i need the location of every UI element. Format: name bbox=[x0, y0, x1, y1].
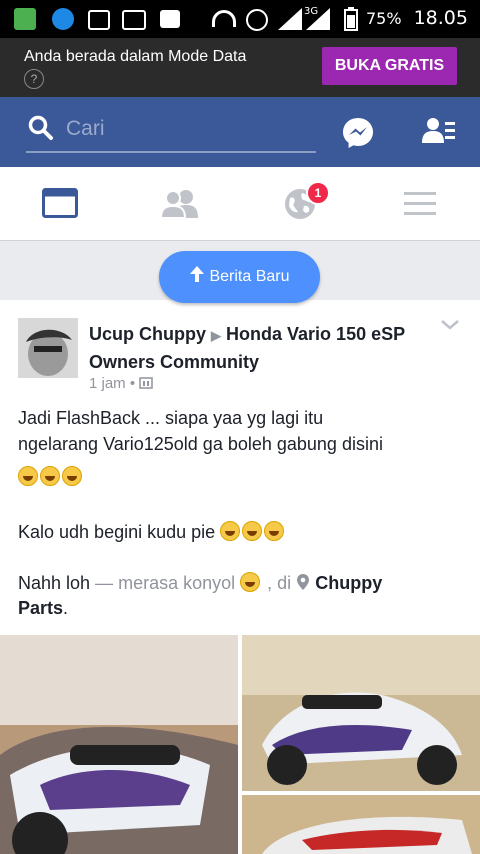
emoji-row bbox=[18, 466, 84, 488]
signal-icon bbox=[278, 8, 302, 30]
new-stories-label: Berita Baru bbox=[209, 268, 290, 285]
data-mode-banner: Anda berada dalam Mode Data ? BUKA GRATI… bbox=[0, 38, 480, 97]
post-text-line: Kalo udh begini kudu pie bbox=[18, 521, 286, 543]
place-name-cont[interactable]: Parts bbox=[18, 598, 63, 618]
avatar[interactable] bbox=[18, 318, 78, 378]
location-pin-icon bbox=[297, 574, 310, 590]
post-text: Nahh loh bbox=[18, 573, 91, 593]
gallery-icon bbox=[88, 10, 110, 30]
tab-bar: 1 bbox=[0, 167, 480, 241]
silly-emoji-icon bbox=[240, 572, 261, 592]
tab-news-feed[interactable] bbox=[0, 167, 120, 240]
post-header: Ucup Chuppy ▶ Honda Vario 150 eSP Owners… bbox=[89, 321, 409, 375]
arrow-up-icon bbox=[190, 266, 205, 282]
signal-icon-2 bbox=[306, 8, 330, 30]
headset-icon bbox=[212, 10, 236, 27]
post-text: Kalo udh begini kudu pie bbox=[18, 522, 216, 542]
search-input[interactable]: Cari bbox=[66, 117, 105, 141]
search-bar[interactable]: Cari bbox=[26, 111, 316, 153]
group-privacy-icon bbox=[139, 377, 154, 389]
status-bar: 3G 75% 18.05 bbox=[0, 0, 480, 38]
friend-requests-icon[interactable] bbox=[422, 117, 456, 145]
post-place-line: Parts. bbox=[18, 598, 68, 619]
friends-icon bbox=[160, 190, 198, 219]
feed-post: Ucup Chuppy ▶ Honda Vario 150 eSP Owners… bbox=[0, 300, 480, 854]
new-stories-button[interactable]: Berita Baru bbox=[159, 251, 320, 303]
messenger-icon[interactable] bbox=[341, 116, 375, 150]
place-name[interactable]: Chuppy bbox=[315, 573, 382, 593]
app-s-icon bbox=[52, 8, 74, 30]
battery-percent: 75% bbox=[366, 9, 402, 28]
avatar-image bbox=[18, 318, 78, 378]
post-photo-3[interactable] bbox=[242, 795, 480, 854]
scooter-photo-image bbox=[242, 795, 480, 854]
post-photo-2[interactable] bbox=[242, 635, 480, 791]
post-photo-main[interactable] bbox=[0, 635, 238, 854]
laughing-emoji-icon bbox=[242, 521, 263, 541]
clock: 18.05 bbox=[413, 7, 468, 29]
search-icon bbox=[28, 115, 53, 140]
tab-notifications[interactable]: 1 bbox=[240, 167, 360, 240]
hamburger-menu-icon bbox=[404, 192, 436, 215]
notification-badge: 1 bbox=[306, 181, 330, 205]
gmail-icon bbox=[122, 10, 146, 30]
battery-icon bbox=[344, 7, 358, 31]
laughing-emoji-icon bbox=[62, 466, 82, 486]
tab-friends[interactable] bbox=[120, 167, 240, 240]
post-timestamp: 1 jam • bbox=[89, 375, 154, 392]
post-time-text: 1 jam bbox=[89, 375, 126, 392]
tab-menu[interactable] bbox=[360, 167, 480, 240]
post-arrow: ▶ bbox=[211, 328, 222, 343]
laughing-emoji-icon bbox=[264, 521, 285, 541]
laughing-emoji-icon bbox=[40, 466, 60, 486]
laughing-emoji-icon bbox=[220, 521, 241, 541]
news-feed-icon bbox=[42, 188, 78, 218]
scooter-photo-image bbox=[242, 635, 480, 791]
location-prefix: , di bbox=[267, 573, 292, 593]
play-store-icon bbox=[14, 8, 36, 30]
post-feeling-line: Nahh loh — merasa konyol , di Chuppy bbox=[18, 572, 382, 594]
post-author[interactable]: Ucup Chuppy bbox=[89, 324, 206, 344]
scooter-photo-image bbox=[0, 635, 238, 854]
bbm-icon bbox=[160, 10, 180, 28]
banner-text: Anda berada dalam Mode Data bbox=[24, 48, 247, 65]
help-icon[interactable]: ? bbox=[24, 69, 44, 89]
chevron-down-icon[interactable] bbox=[440, 318, 460, 332]
post-text-line: ngelarang Vario125old ga boleh gabung di… bbox=[18, 434, 383, 454]
post-text-line: Jadi FlashBack ... siapa yaa yg lagi itu bbox=[18, 408, 324, 428]
laughing-emoji-icon bbox=[18, 466, 38, 486]
post-text: . bbox=[63, 598, 69, 618]
alarm-icon bbox=[246, 9, 268, 31]
feeling-text: — merasa konyol bbox=[95, 573, 236, 593]
open-free-button[interactable]: BUKA GRATIS bbox=[322, 47, 457, 85]
app-header: Cari bbox=[0, 97, 480, 167]
